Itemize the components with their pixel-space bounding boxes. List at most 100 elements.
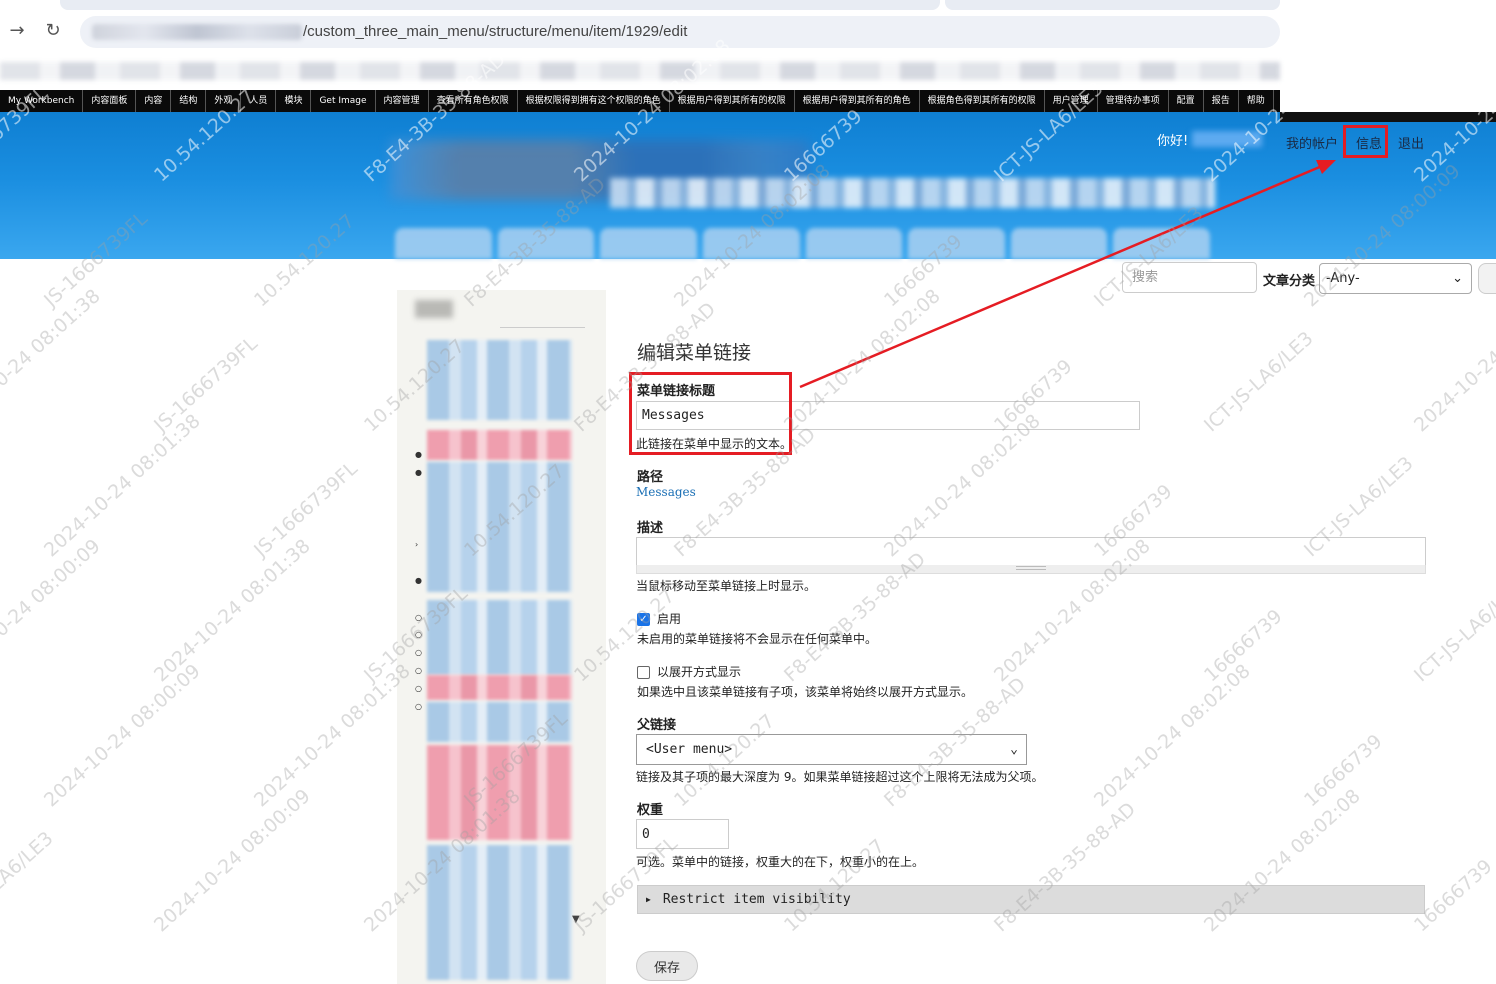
admin-toolbar-item[interactable]: 报告 xyxy=(1204,90,1239,112)
bullet-icon: ○ xyxy=(415,613,422,622)
watermark-text: 2024-10-24 08:01:38 xyxy=(150,534,315,687)
enabled-label[interactable]: 启用 xyxy=(657,610,681,627)
bullet-icon: ○ xyxy=(415,684,422,693)
main-menu-tab[interactable] xyxy=(1113,228,1210,259)
expanded-help: 如果选中且该菜单链接有子项，该菜单将始终以展开方式显示。 xyxy=(637,685,974,699)
main-menu-tab[interactable] xyxy=(908,228,1005,259)
sidebar-menu-redacted[interactable] xyxy=(427,845,572,980)
admin-toolbar-item[interactable]: My Workbench xyxy=(0,90,84,112)
admin-toolbar: My Workbench 内容面板 内容 结构 外观 人员 模块 Get Image 内容管理查… xyxy=(0,90,1280,112)
sidebar-divider xyxy=(500,327,585,328)
watermark-text: F8-E4-3B-35-88-AD xyxy=(990,798,1141,937)
main-menu xyxy=(395,228,1210,259)
sidebar-menu-redacted[interactable] xyxy=(427,745,572,840)
watermark-text: 2024-10-24 08:01:38 xyxy=(250,659,415,812)
main-menu-tab[interactable] xyxy=(497,228,595,259)
bullet-icon: ● xyxy=(415,576,422,585)
admin-toolbar-item[interactable]: 内容 xyxy=(136,90,172,112)
admin-toolbar-item[interactable]: 人员 xyxy=(241,90,277,112)
description-textarea[interactable] xyxy=(636,537,1426,566)
sidebar-menu-redacted[interactable] xyxy=(427,600,572,675)
grip-icon[interactable] xyxy=(1016,566,1046,572)
path-label: 路径 xyxy=(637,470,664,485)
restrict-visibility-toggle[interactable]: ▶ Restrict item visibility xyxy=(637,885,1425,914)
admin-toolbar-item[interactable]: 模块 xyxy=(276,90,312,112)
search-button[interactable] xyxy=(1478,263,1496,294)
address-host-redacted xyxy=(92,24,302,40)
watermark-text: 2024-10-24 08:00:09 xyxy=(1410,285,1496,437)
parent-help: 链接及其子项的最大深度为 9。如果菜单链接超过这个上限将无法成为父项。 xyxy=(636,770,1044,784)
watermark-text: ICT-JS-LA6/LE3 xyxy=(0,827,58,937)
admin-toolbar-item[interactable]: 用户管理 xyxy=(1045,90,1098,112)
main-menu-tab[interactable] xyxy=(1010,228,1108,259)
category-select-value: -Any- xyxy=(1326,271,1360,286)
watermark-text: JS-1666739FL xyxy=(150,332,262,437)
parent-link-select[interactable]: <User menu> ⌄ xyxy=(636,734,1027,765)
category-label: 文章分类 xyxy=(1263,274,1316,289)
watermark-text: 16666739 xyxy=(1300,730,1387,812)
sidebar-menu-redacted[interactable] xyxy=(427,462,572,592)
admin-toolbar-item[interactable]: 根据用户得到其所有的角色 xyxy=(795,90,920,112)
watermark-text: 2024-10-24 08:00:09 xyxy=(150,784,315,937)
main-menu-tab[interactable] xyxy=(600,228,697,259)
bookmarks-redacted xyxy=(0,62,1280,80)
admin-toolbar-item[interactable]: 根据用户得到其所有的权限 xyxy=(670,90,795,112)
admin-toolbar-item[interactable]: 结构 xyxy=(171,90,207,112)
browser-tab[interactable] xyxy=(945,0,1280,10)
triangle-down-icon[interactable]: ▼ xyxy=(572,914,580,925)
admin-toolbar-item[interactable]: 外观 xyxy=(206,90,242,112)
category-select[interactable]: -Any- ⌄ xyxy=(1319,263,1472,294)
search-input[interactable] xyxy=(1122,262,1257,293)
watermark-text: JS-1666739FL xyxy=(250,457,362,562)
sidebar-menu-redacted[interactable] xyxy=(427,702,572,742)
admin-toolbar-item[interactable]: 管理待办事项 xyxy=(1098,90,1169,112)
bullet-icon: ○ xyxy=(415,630,422,639)
admin-toolbar-item[interactable]: 帮助 xyxy=(1239,90,1274,112)
reload-icon[interactable]: ↻ xyxy=(41,20,65,41)
admin-toolbar-item[interactable]: 根据角色得到其所有的权限 xyxy=(920,90,1045,112)
logout-link[interactable]: 退出 xyxy=(1398,133,1424,152)
triangle-right-icon: ▶ xyxy=(646,895,651,904)
bullet-icon: › xyxy=(415,540,419,549)
sidebar: ● ● › ● ○ ○ ○ ○ ○ ○ ▼ xyxy=(397,290,606,984)
forward-arrow-icon[interactable]: → xyxy=(5,20,29,41)
admin-toolbar-item[interactable]: 根据权限得到拥有这个权限的角色 xyxy=(518,90,670,112)
watermark-text: 2024-10-24 08:01:38 xyxy=(40,409,205,562)
save-button[interactable]: 保存 xyxy=(636,951,698,981)
weight-input[interactable] xyxy=(636,819,729,849)
description-label: 描述 xyxy=(637,521,664,536)
admin-toolbar-item[interactable]: 内容管理 xyxy=(376,90,429,112)
enabled-checkbox[interactable]: ✓ xyxy=(637,613,650,626)
bullet-icon: ○ xyxy=(415,666,422,675)
watermark-text: 16666739 xyxy=(1200,605,1287,687)
browser-tab[interactable] xyxy=(60,0,940,10)
my-account-link[interactable]: 我的帐户 xyxy=(1286,133,1338,152)
watermark-text: 2024-10-24 08:01:38 xyxy=(0,284,105,437)
expanded-checkbox[interactable] xyxy=(637,666,650,679)
expanded-label[interactable]: 以展开方式显示 xyxy=(657,663,741,680)
bullet-icon: ○ xyxy=(415,702,422,711)
weight-label: 权重 xyxy=(637,803,664,818)
username-redacted xyxy=(1192,131,1262,147)
admin-toolbar-item[interactable]: 内容面板 xyxy=(83,90,137,112)
sidebar-menu-redacted[interactable] xyxy=(427,675,572,700)
watermark-text: ICT-JS-LA6/LE3 xyxy=(1200,327,1318,437)
sidebar-title-redacted xyxy=(415,300,453,318)
address-url-text: /custom_three_main_menu/structure/menu/i… xyxy=(303,23,688,40)
watermark-text: 2024-10-24 08:00:09 xyxy=(40,659,205,812)
main-menu-tab[interactable] xyxy=(702,228,800,259)
page-title: 编辑菜单链接 xyxy=(637,342,752,364)
restrict-visibility-label: Restrict item visibility xyxy=(662,892,851,907)
admin-toolbar-item[interactable]: 配置 xyxy=(1169,90,1204,112)
sidebar-menu-redacted[interactable] xyxy=(427,340,572,420)
main-menu-tab[interactable] xyxy=(395,228,492,259)
bullet-icon: ○ xyxy=(415,648,422,657)
admin-toolbar-item[interactable]: Get Image xyxy=(311,90,376,112)
watermark-text: ICT-JS-LA6/LE3 xyxy=(1410,577,1496,687)
admin-toolbar-item[interactable]: 查看所有角色权限 xyxy=(429,90,518,112)
sidebar-menu-redacted[interactable] xyxy=(427,430,572,460)
greeting-text: 你好! xyxy=(1157,134,1189,149)
header-strip xyxy=(1280,112,1496,122)
main-menu-tab[interactable] xyxy=(805,228,903,259)
path-link[interactable]: Messages xyxy=(636,485,696,499)
